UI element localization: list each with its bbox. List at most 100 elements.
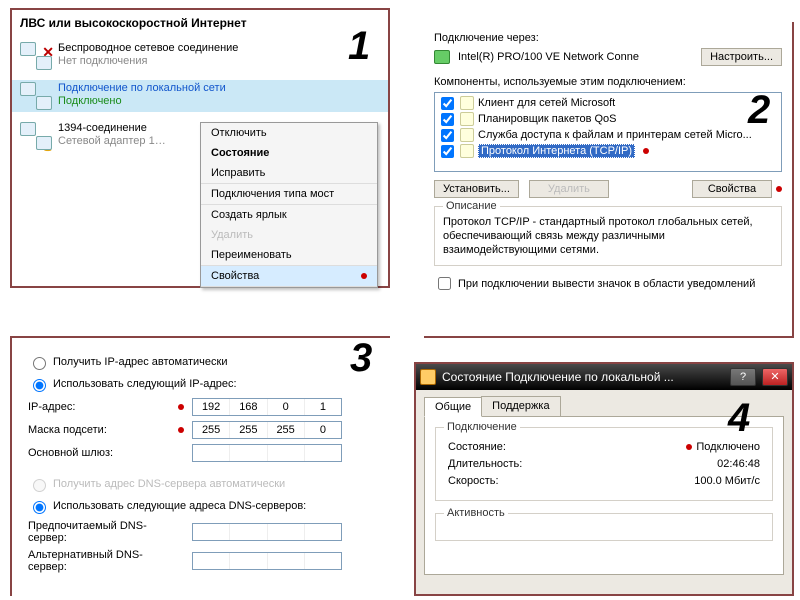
menu-disable[interactable]: Отключить xyxy=(201,123,377,143)
manual-ip-radio[interactable] xyxy=(33,379,46,392)
menu-repair[interactable]: Исправить xyxy=(201,163,377,184)
status-value: Подключено xyxy=(686,441,760,453)
connection-status: Подключено xyxy=(58,95,226,108)
mask-input[interactable]: 2552552550 xyxy=(192,421,342,439)
gateway-input[interactable] xyxy=(192,444,342,462)
dns2-label: Альтернативный DNS-сервер: xyxy=(28,549,178,573)
configure-button[interactable]: Настроить... xyxy=(701,48,782,66)
marker-4: 4 xyxy=(728,396,750,441)
component-row[interactable]: Планировщик пакетов QoS xyxy=(437,111,779,127)
menu-status[interactable]: Состояние xyxy=(201,143,377,163)
window-icon xyxy=(420,369,436,385)
connection-status: Сетевой адаптер 1… xyxy=(58,135,166,148)
marker-3: 3 xyxy=(350,336,372,381)
connection-name: Беспроводное сетевое соединение xyxy=(58,42,238,55)
highlight-dot-icon xyxy=(776,186,782,192)
highlight-dot-icon xyxy=(178,404,184,410)
connection-icon xyxy=(20,82,52,110)
connection-properties-panel: Подключение через: Intel(R) PRO/100 VE N… xyxy=(424,22,794,338)
component-checkbox[interactable] xyxy=(441,145,454,158)
connect-via-label: Подключение через: xyxy=(434,32,782,44)
tray-icon-checkbox[interactable] xyxy=(438,277,451,290)
component-icon xyxy=(460,128,474,142)
duration-label: Длительность: xyxy=(448,458,522,470)
auto-dns-label: Получить адрес DNS-сервера автоматически xyxy=(53,478,285,490)
mask-label: Маска подсети: xyxy=(28,424,178,436)
component-row-tcpip[interactable]: Протокол Интернета (TCP/IP) xyxy=(437,143,779,159)
activity-legend: Активность xyxy=(444,507,508,519)
speed-value: 100.0 Мбит/с xyxy=(694,475,760,487)
components-label: Компоненты, используемые этим подключени… xyxy=(434,76,782,88)
tab-general[interactable]: Общие xyxy=(424,397,482,417)
activity-group: Активность xyxy=(435,513,773,541)
highlight-dot-icon xyxy=(178,427,184,433)
menu-properties-label: Свойства xyxy=(211,270,259,282)
component-row[interactable]: Клиент для сетей Microsoft xyxy=(437,95,779,111)
tcpip-settings-panel: Получить IP-адрес автоматически Использо… xyxy=(10,336,390,596)
duration-value: 02:46:48 xyxy=(717,458,760,470)
auto-ip-label: Получить IP-адрес автоматически xyxy=(53,356,227,368)
connection-legend: Подключение xyxy=(444,421,520,433)
menu-shortcut[interactable]: Создать ярлык xyxy=(201,205,377,225)
component-icon xyxy=(460,112,474,126)
nic-icon xyxy=(434,50,450,64)
connection-name: Подключение по локальной сети xyxy=(58,82,226,95)
connection-name: 1394-соединение xyxy=(58,122,166,135)
manual-dns-label: Использовать следующие адреса DNS-сервер… xyxy=(53,500,306,512)
window-title: Состояние Подключение по локальной ... xyxy=(442,370,724,384)
menu-bridge[interactable]: Подключения типа мост xyxy=(201,184,377,205)
ip-input[interactable]: 19216801 xyxy=(192,398,342,416)
menu-properties[interactable]: Свойства xyxy=(201,266,377,287)
connection-lan[interactable]: Подключение по локальной сети Подключено xyxy=(12,80,388,112)
network-connections-panel: ЛВС или высокоскоростной Интернет ✕ Бесп… xyxy=(10,8,390,288)
description-group: Описание Протокол TCP/IP - стандартный п… xyxy=(434,206,782,266)
component-row[interactable]: Служба доступа к файлам и принтерам сете… xyxy=(437,127,779,143)
lock-icon: 🔒 xyxy=(42,141,54,152)
component-label: Протокол Интернета (TCP/IP) xyxy=(478,144,635,158)
context-menu: Отключить Состояние Исправить Подключени… xyxy=(200,122,378,288)
component-checkbox[interactable] xyxy=(441,129,454,142)
description-legend: Описание xyxy=(443,200,500,212)
ip-label: IP-адрес: xyxy=(28,401,178,413)
component-label: Планировщик пакетов QoS xyxy=(478,113,617,125)
uninstall-button: Удалить xyxy=(529,180,609,198)
connection-wireless[interactable]: ✕ Беспроводное сетевое соединение Нет по… xyxy=(12,40,388,72)
component-icon xyxy=(460,144,474,158)
highlight-dot-icon xyxy=(361,273,367,279)
manual-ip-label: Использовать следующий IP-адрес: xyxy=(53,378,237,390)
component-label: Клиент для сетей Microsoft xyxy=(478,97,615,109)
help-button[interactable]: ? xyxy=(730,368,756,386)
dns2-input[interactable] xyxy=(192,552,342,570)
component-checkbox[interactable] xyxy=(441,113,454,126)
gateway-label: Основной шлюз: xyxy=(28,447,178,459)
auto-dns-radio xyxy=(33,479,46,492)
disconnected-icon: ✕ xyxy=(42,44,54,61)
dns1-label: Предпочитаемый DNS-сервер: xyxy=(28,520,178,544)
components-listbox[interactable]: Клиент для сетей Microsoft Планировщик п… xyxy=(434,92,782,172)
connection-group: Подключение Состояние: Подключено Длител… xyxy=(435,427,773,501)
properties-button[interactable]: Свойства xyxy=(692,180,772,198)
menu-delete: Удалить xyxy=(201,225,377,245)
status-label: Состояние: xyxy=(448,441,506,453)
manual-dns-radio[interactable] xyxy=(33,501,46,514)
connection-icon: ✕ xyxy=(20,42,52,70)
nic-name: Intel(R) PRO/100 VE Network Conne xyxy=(458,51,693,63)
close-button[interactable]: ✕ xyxy=(762,368,788,386)
description-text: Протокол TCP/IP - стандартный протокол г… xyxy=(443,215,773,257)
marker-2: 2 xyxy=(748,88,770,133)
component-icon xyxy=(460,96,474,110)
install-button[interactable]: Установить... xyxy=(434,180,519,198)
marker-1: 1 xyxy=(348,24,370,69)
highlight-dot-icon xyxy=(686,444,692,450)
tab-support[interactable]: Поддержка xyxy=(481,396,560,416)
panel1-title: ЛВС или высокоскоростной Интернет xyxy=(12,10,388,40)
connection-status: Нет подключения xyxy=(58,55,238,68)
menu-rename[interactable]: Переименовать xyxy=(201,245,377,266)
component-checkbox[interactable] xyxy=(441,97,454,110)
connection-icon: 🔒 xyxy=(20,122,52,150)
auto-ip-radio[interactable] xyxy=(33,357,46,370)
titlebar[interactable]: Состояние Подключение по локальной ... ?… xyxy=(416,364,792,390)
dns1-input[interactable] xyxy=(192,523,342,541)
component-label: Служба доступа к файлам и принтерам сете… xyxy=(478,129,752,141)
speed-label: Скорость: xyxy=(448,475,499,487)
